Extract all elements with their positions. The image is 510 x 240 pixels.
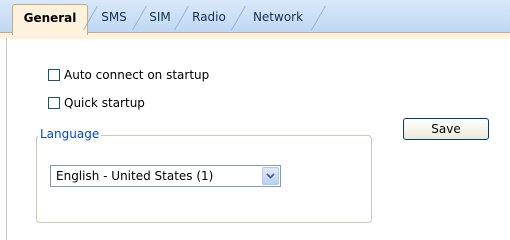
language-select-value: English - United States (1) [56, 169, 214, 183]
tab-sim[interactable]: SIM [143, 4, 177, 31]
language-select[interactable]: English - United States (1) [50, 165, 281, 187]
quick-startup-checkbox[interactable] [48, 97, 60, 109]
quick-startup-option[interactable]: Quick startup [48, 95, 145, 111]
auto-connect-option[interactable]: Auto connect on startup [48, 67, 209, 83]
tab-radio[interactable]: Radio [186, 4, 232, 31]
tab-general[interactable]: General [12, 4, 88, 35]
quick-startup-label: Quick startup [64, 96, 145, 110]
tab-network[interactable]: Network [244, 4, 312, 31]
auto-connect-checkbox[interactable] [48, 69, 60, 81]
chevron-down-icon[interactable] [262, 167, 279, 185]
content-frame-border [6, 38, 7, 240]
language-group-legend: Language [38, 127, 102, 141]
save-button[interactable]: Save [403, 118, 489, 140]
auto-connect-label: Auto connect on startup [64, 68, 210, 82]
tab-sms[interactable]: SMS [94, 4, 134, 31]
